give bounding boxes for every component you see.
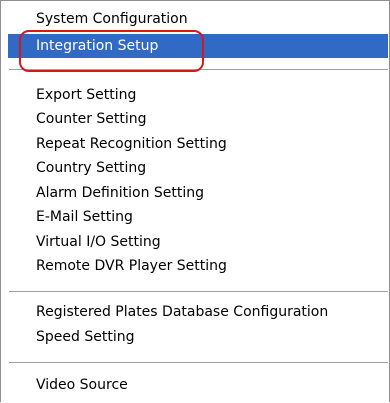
menu-item-video-source[interactable]: Video Source [8,373,388,397]
menu-separator [9,362,388,363]
menu-item-system-configuration[interactable]: System Configuration [8,7,388,31]
menu-item-email-setting[interactable]: E-Mail Setting [8,205,388,229]
menu-item-alarm-definition-setting[interactable]: Alarm Definition Setting [8,181,388,205]
menu-item-virtual-io-setting[interactable]: Virtual I/O Setting [8,230,388,254]
menu-item-remote-dvr-player-setting[interactable]: Remote DVR Player Setting [8,254,388,278]
menu-item-country-setting[interactable]: Country Setting [8,156,388,180]
menu-separator [9,291,388,292]
menu-item-integration-setup[interactable]: Integration Setup [8,34,388,58]
menu-item-counter-setting[interactable]: Counter Setting [8,107,388,131]
menu-item-repeat-recognition-setting[interactable]: Repeat Recognition Setting [8,132,388,156]
menu-separator [9,69,388,70]
menu-item-export-setting[interactable]: Export Setting [8,83,388,107]
menu-item-speed-setting[interactable]: Speed Setting [8,325,388,349]
settings-menu: System Configuration Integration Setup E… [0,0,390,402]
menu-item-registered-plates-database-configuration[interactable]: Registered Plates Database Configuration [8,300,388,324]
